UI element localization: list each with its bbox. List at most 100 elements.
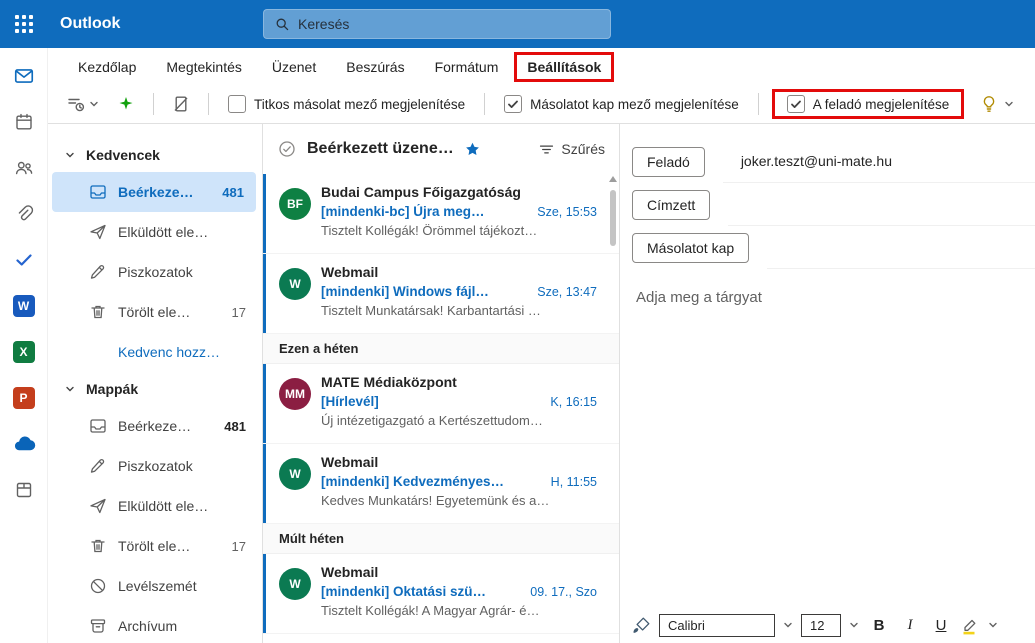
favorites-section-header[interactable]: Kedvencek	[48, 138, 262, 172]
message-sender: Webmail	[321, 264, 597, 280]
scrollbar-up-arrow[interactable]	[609, 176, 617, 182]
favorite-item-sent[interactable]: Elküldött ele…	[48, 212, 262, 252]
junk-icon	[88, 576, 108, 596]
highlighter-icon[interactable]	[960, 615, 980, 635]
scrollbar[interactable]	[608, 176, 618, 636]
permissions-button[interactable]	[167, 90, 195, 118]
toolbar-separator	[208, 93, 209, 115]
tab-kezdolap[interactable]: Kezdőlap	[64, 53, 150, 81]
app-launcher-icon[interactable]	[0, 0, 48, 48]
message-content: Webmail [mindenki] Kedvezményes… H, 11:5…	[321, 454, 597, 513]
folder-item-archive[interactable]: Archívum	[48, 606, 262, 643]
folder-item-sent[interactable]: Elküldött ele…	[48, 486, 262, 526]
calendar-icon[interactable]	[8, 106, 40, 138]
from-button[interactable]: Feladó	[632, 147, 705, 177]
powerpoint-icon[interactable]: P	[8, 382, 40, 414]
highlighter-dropdown-icon[interactable]	[987, 619, 999, 631]
message-preview: Új intézetigazgató a Kertészettudom…	[321, 413, 597, 428]
trash-icon	[88, 536, 108, 556]
attachments-icon[interactable]	[8, 198, 40, 230]
tab-formatum[interactable]: Formátum	[421, 53, 513, 81]
word-icon[interactable]: W	[8, 290, 40, 322]
favorite-item-deleted[interactable]: Törölt ele… 17	[48, 292, 262, 332]
font-name-select[interactable]: Calibri	[659, 614, 775, 637]
message-content: Webmail [mindenki] Oktatási szü… 09. 17.…	[321, 564, 597, 623]
add-favorite-link[interactable]: Kedvenc hozz…	[48, 332, 262, 372]
folder-label: Piszkozatok	[118, 264, 246, 280]
select-all-icon[interactable]	[277, 139, 297, 159]
message-content: MATE Médiaközpont [Hírlevél] K, 16:15 Új…	[321, 374, 597, 433]
font-size-select[interactable]: 12	[801, 614, 841, 637]
avatar: MM	[279, 378, 311, 410]
favorite-star-icon[interactable]	[464, 141, 481, 158]
tab-megtekintes[interactable]: Megtekintés	[152, 53, 255, 81]
unread-indicator	[263, 254, 266, 333]
from-field[interactable]: joker.teszt@uni-mate.hu	[723, 140, 1035, 183]
cc-button[interactable]: Másolatot kap	[632, 233, 749, 263]
folder-label: Beérkeze…	[118, 418, 224, 434]
message-subject: [Hírlevél]	[321, 394, 542, 409]
format-painter-icon[interactable]	[632, 615, 652, 635]
tab-uzenet[interactable]: Üzenet	[258, 53, 330, 81]
message-body-field[interactable]	[632, 324, 1035, 603]
message-row[interactable]: W Webmail [mindenki] Kedvezményes… H, 11…	[263, 444, 619, 524]
compose-pane: Feladó joker.teszt@uni-mate.hu Címzett M…	[620, 124, 1035, 643]
excel-icon[interactable]: X	[8, 336, 40, 368]
folder-label: Törölt ele…	[118, 538, 232, 554]
unread-count: 17	[232, 305, 246, 320]
scrollbar-thumb[interactable]	[610, 190, 616, 246]
tips-button[interactable]	[979, 94, 1015, 114]
folders-header-label: Mappák	[86, 381, 138, 397]
delivery-options-button[interactable]	[62, 90, 104, 118]
to-button[interactable]: Címzett	[632, 190, 710, 220]
folder-label: Beérkeze…	[118, 184, 222, 200]
todo-icon[interactable]	[8, 244, 40, 276]
font-name-dropdown-icon[interactable]	[782, 619, 794, 631]
folder-item-deleted[interactable]: Törölt ele… 17	[48, 526, 262, 566]
sensitivity-button[interactable]	[112, 90, 140, 118]
message-row[interactable]: W Webmail [mindenki] Oktatási szü… 09. 1…	[263, 554, 619, 634]
from-field-checkbox[interactable]: A feladó megjelenítése	[781, 95, 956, 113]
message-list-header: Beérkezett üzene… Szűrés	[263, 124, 619, 174]
onedrive-icon[interactable]	[8, 428, 40, 460]
people-icon[interactable]	[8, 152, 40, 184]
to-field[interactable]	[728, 183, 1035, 226]
message-row[interactable]: BF Budai Campus Főigazgatóság [mindenki-…	[263, 174, 619, 254]
cc-row: Másolatot kap	[632, 226, 1035, 269]
folder-item-inbox[interactable]: Beérkeze… 481	[48, 406, 262, 446]
format-toolbar: Calibri 12 B I U	[620, 607, 1035, 643]
tab-beallitasok[interactable]: Beállítások	[517, 55, 611, 79]
message-list-pane: Beérkezett üzene… Szűrés BF Budai Campus…	[262, 124, 620, 643]
font-size-dropdown-icon[interactable]	[848, 619, 860, 631]
apps-icon[interactable]	[8, 474, 40, 506]
subject-field[interactable]: Adja meg a tárgyat	[636, 289, 1035, 306]
message-subject: [mindenki-bc] Újra meg…	[321, 204, 529, 219]
filter-button[interactable]: Szűrés	[538, 141, 605, 158]
drafts-icon	[88, 262, 108, 282]
list-title: Beérkezett üzene…	[307, 140, 454, 158]
cc-field[interactable]	[767, 226, 1035, 269]
ribbon-tabs: Kezdőlap Megtekintés Üzenet Beszúrás For…	[48, 48, 1035, 85]
underline-button[interactable]: U	[929, 612, 953, 638]
bold-button[interactable]: B	[867, 612, 891, 638]
search-input[interactable]: Keresés	[263, 9, 611, 39]
folders-section-header[interactable]: Mappák	[48, 372, 262, 406]
favorite-item-drafts[interactable]: Piszkozatok	[48, 252, 262, 292]
favorite-item-inbox[interactable]: Beérkeze… 481	[52, 172, 256, 212]
delivery-options-icon	[66, 94, 86, 114]
tab-beszuras[interactable]: Beszúrás	[332, 53, 418, 81]
message-row[interactable]: W Webmail [mindenki] Windows fájl… Sze, …	[263, 254, 619, 334]
restricted-document-icon	[171, 94, 191, 114]
message-row[interactable]: MM MATE Médiaközpont [Hírlevél] K, 16:15…	[263, 364, 619, 444]
cc-field-checkbox[interactable]: Másolatot kap mező megjelenítése	[498, 95, 745, 113]
app-title[interactable]: Outlook	[60, 15, 120, 33]
folder-item-drafts[interactable]: Piszkozatok	[48, 446, 262, 486]
mail-icon[interactable]	[8, 60, 40, 92]
chevron-down-icon	[1003, 98, 1015, 110]
italic-button[interactable]: I	[898, 612, 922, 638]
folder-item-junk[interactable]: Levélszemét	[48, 566, 262, 606]
chevron-down-icon	[64, 149, 76, 161]
unread-count: 481	[224, 419, 246, 434]
bcc-field-checkbox[interactable]: Titkos másolat mező megjelenítése	[222, 95, 471, 113]
sent-icon	[88, 496, 108, 516]
